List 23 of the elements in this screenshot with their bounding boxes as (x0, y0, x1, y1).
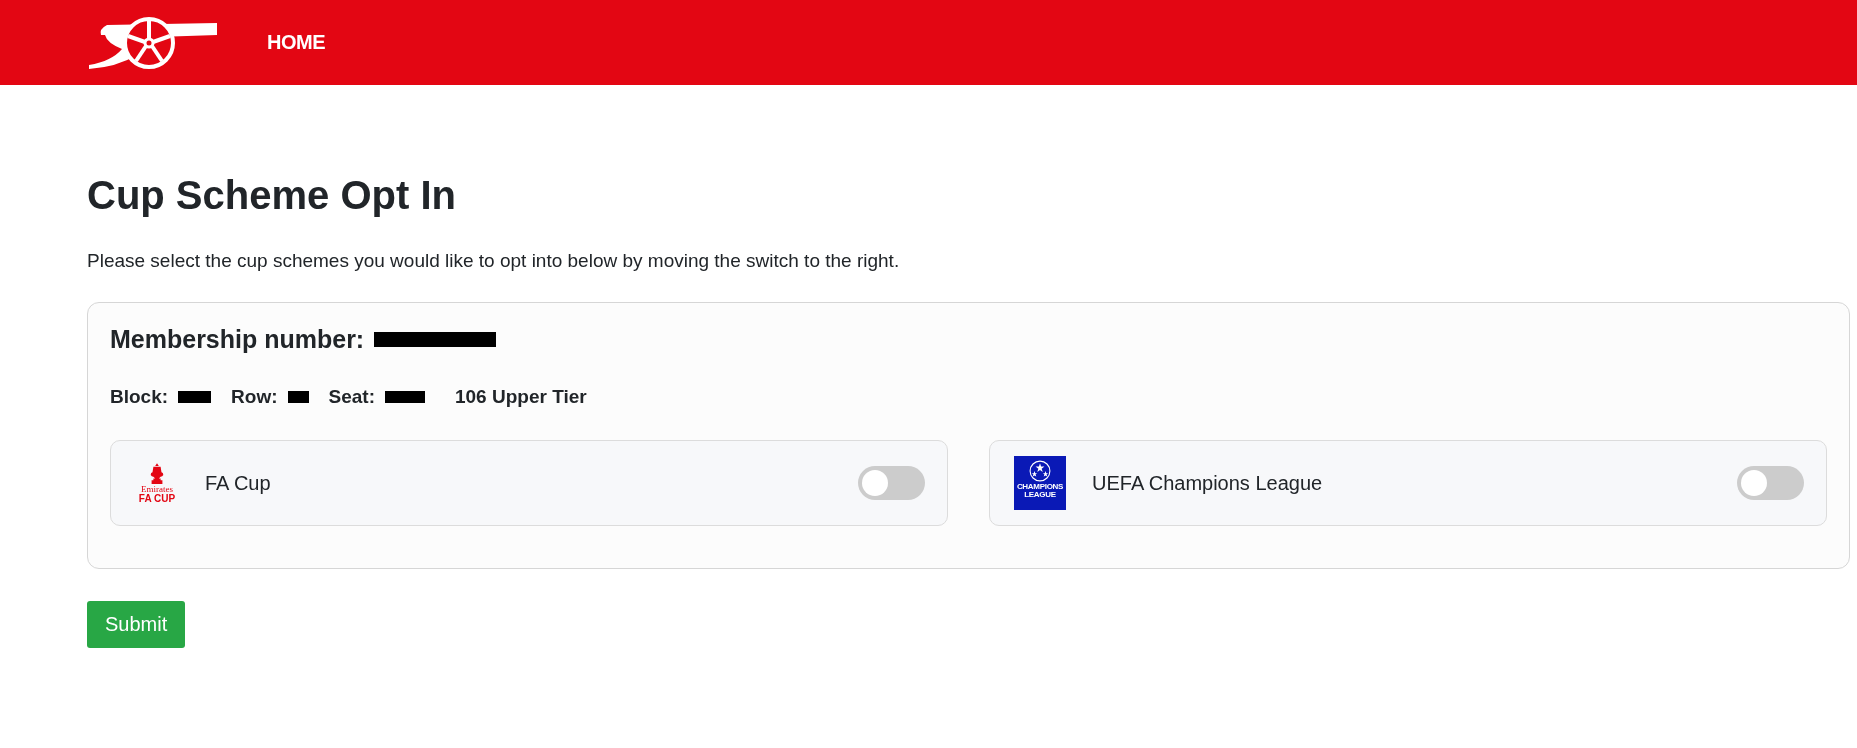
redaction-bar (178, 391, 212, 403)
seat-label: Block: (110, 386, 169, 408)
scheme-name: FA Cup (205, 471, 272, 495)
logo-text: CHAMPIONS (1016, 483, 1064, 491)
seat-label: Row: (231, 386, 278, 408)
membership-label: Membership number: (110, 325, 365, 354)
logo-text: Emirates (141, 484, 173, 494)
starball-icon (1029, 460, 1051, 482)
logo-text: LEAGUE (1024, 491, 1056, 499)
redaction-bar (287, 391, 309, 403)
trophy-icon (148, 462, 166, 485)
scheme-name: UEFA Champions League (1092, 471, 1324, 495)
stand-text: 106 Upper Tier (455, 386, 587, 408)
logo-text: FA CUP (138, 493, 176, 504)
seat-label: Seat: (328, 386, 375, 408)
home-link[interactable]: HOME (267, 31, 325, 54)
cannon-logo-icon[interactable] (87, 15, 217, 70)
toggle-switch[interactable] (858, 466, 925, 500)
page-title: Cup Scheme Opt In (87, 173, 457, 218)
toggle-switch[interactable] (1737, 466, 1804, 500)
intro-text: Please select the cup schemes you would like to opt into below by moving the switch to the right. (87, 250, 901, 272)
redaction-bar (385, 391, 425, 403)
submit-button[interactable]: Submit (87, 601, 186, 648)
